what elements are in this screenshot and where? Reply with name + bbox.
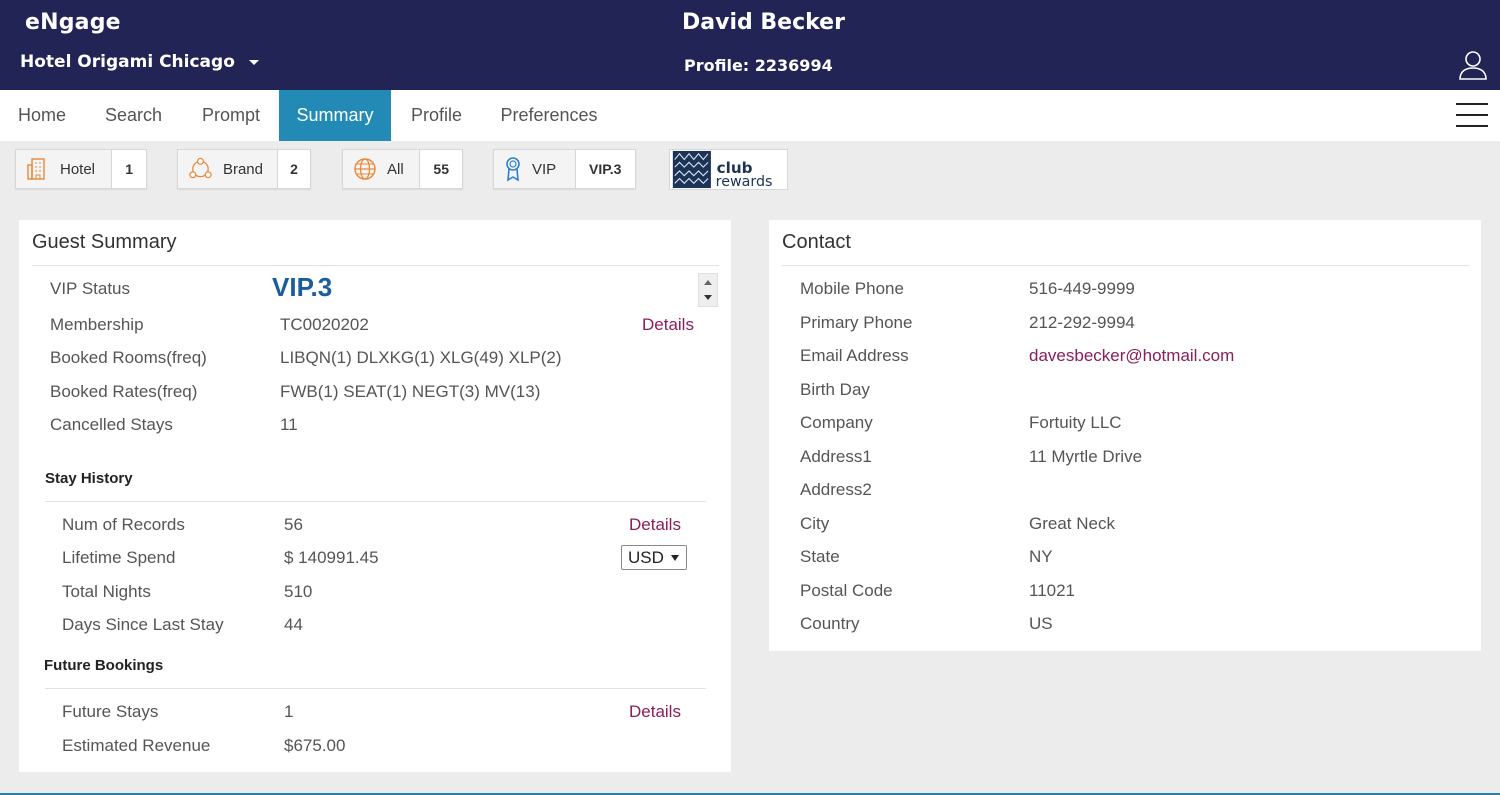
- hotel-name: Hotel Origami Chicago: [20, 52, 235, 72]
- future-bookings-details-link[interactable]: Details: [629, 702, 681, 722]
- divider: [45, 501, 706, 502]
- booked-rooms-value: LIBQN(1) DLXKG(1) XLG(49) XLP(2): [280, 348, 562, 367]
- membership-value: TC0020202: [280, 315, 369, 334]
- divider: [45, 688, 706, 689]
- arrow-down-icon[interactable]: [704, 295, 712, 300]
- contact-label: State: [800, 547, 840, 566]
- badge-hotel-label: Hotel: [60, 160, 96, 178]
- badge-hotel-value: 1: [125, 161, 134, 177]
- badge-all-value: 55: [433, 161, 449, 177]
- vip-status-value: VIP.3: [272, 272, 333, 302]
- lifetime-spend-value: $ 140991.45: [284, 548, 379, 567]
- contact-title: Contact: [782, 231, 851, 253]
- contact-label: Address2: [800, 480, 872, 499]
- stay-history-details-link[interactable]: Details: [629, 515, 681, 535]
- state-value: NY: [1029, 547, 1053, 566]
- contact-label: Mobile Phone: [800, 279, 904, 298]
- badge-hotel[interactable]: Hotel 1: [15, 149, 147, 189]
- country-value: US: [1029, 614, 1053, 633]
- email-link[interactable]: davesbecker@hotmail.com: [1029, 346, 1234, 366]
- cancelled-stays-label: Cancelled Stays: [50, 415, 173, 434]
- company-value: Fortuity LLC: [1029, 413, 1122, 432]
- num-records-value: 56: [284, 515, 303, 534]
- app-title: eNgage: [25, 10, 121, 35]
- divider: [782, 265, 1469, 266]
- estimated-revenue-label: Estimated Revenue: [62, 736, 211, 755]
- divider: [32, 265, 719, 266]
- contact-label: Primary Phone: [800, 313, 913, 332]
- main-nav: Home Search Prompt Summary Profile Prefe…: [0, 90, 1500, 141]
- address1-value: 11 Myrtle Drive: [1029, 447, 1143, 466]
- tab-preferences[interactable]: Preferences: [482, 90, 616, 141]
- booked-rates-label: Booked Rates(freq): [50, 382, 198, 401]
- guest-name: David Becker: [682, 10, 845, 35]
- hotel-building-icon: [27, 158, 45, 180]
- booked-rooms-label: Booked Rooms(freq): [50, 348, 207, 367]
- estimated-revenue-value: $675.00: [284, 736, 346, 755]
- booked-rates-value: FWB(1) SEAT(1) NEGT(3) MV(13): [280, 382, 541, 401]
- contact-label: Address1: [800, 447, 872, 466]
- profile-id: Profile: 2236994: [684, 56, 833, 75]
- days-since-label: Days Since Last Stay: [62, 615, 224, 634]
- contact-label: Postal Code: [800, 581, 893, 600]
- badge-all-label: All: [387, 160, 404, 178]
- contact-label: Country: [800, 614, 860, 633]
- future-stays-value: 1: [284, 702, 294, 721]
- caret-down-icon: [671, 555, 679, 561]
- badge-vip-value: VIP.3: [589, 161, 622, 177]
- badge-all[interactable]: All 55: [342, 149, 463, 189]
- tab-profile[interactable]: Profile: [391, 90, 482, 141]
- num-records-label: Num of Records: [62, 515, 185, 534]
- days-since-value: 44: [284, 615, 303, 634]
- badge-vip-label: VIP: [532, 160, 557, 178]
- total-nights-value: 510: [284, 582, 313, 601]
- vip-spinner[interactable]: [698, 273, 718, 307]
- hamburger-menu-icon[interactable]: [1456, 103, 1488, 127]
- contact-label: City: [800, 514, 830, 533]
- tab-prompt[interactable]: Prompt: [183, 90, 279, 141]
- future-stays-label: Future Stays: [62, 702, 159, 721]
- primary-phone-value: 212-292-9994: [1029, 313, 1135, 332]
- city-value: Great Neck: [1029, 514, 1115, 533]
- contact-label: Email Address: [800, 346, 909, 365]
- tab-search[interactable]: Search: [84, 90, 183, 141]
- contact-label: Company: [800, 413, 873, 432]
- membership-label: Membership: [50, 315, 144, 334]
- membership-details-link[interactable]: Details: [642, 315, 694, 335]
- contact-label: Birth Day: [800, 380, 870, 399]
- badge-vip[interactable]: VIP VIP.3: [493, 149, 636, 189]
- vip-status-label: VIP Status: [50, 279, 131, 298]
- currency-select[interactable]: USD: [621, 545, 687, 570]
- mobile-phone-value: 516-449-9999: [1029, 279, 1135, 298]
- lifetime-spend-label: Lifetime Spend: [62, 548, 176, 567]
- badge-brand[interactable]: Brand 2: [177, 149, 311, 189]
- badge-brand-value: 2: [290, 161, 298, 177]
- user-account-icon[interactable]: [1458, 50, 1488, 80]
- tab-home[interactable]: Home: [0, 90, 84, 141]
- caret-down-icon: [248, 59, 259, 65]
- currency-value: USD: [628, 548, 664, 567]
- globe-icon: [354, 158, 376, 180]
- tab-summary[interactable]: Summary: [279, 90, 391, 141]
- cancelled-stays-value: 11: [280, 415, 298, 434]
- guest-summary-title: Guest Summary: [32, 231, 177, 253]
- arrow-up-icon[interactable]: [704, 280, 712, 285]
- svg-text:rewards: rewards: [716, 174, 773, 190]
- postal-code-value: 11021: [1029, 581, 1076, 600]
- brand-network-icon: [189, 157, 212, 179]
- app-header: eNgage Hotel Origami Chicago David Becke…: [0, 0, 1500, 90]
- stay-history-title: Stay History: [45, 470, 133, 487]
- guest-summary-card: [19, 220, 731, 772]
- badge-brand-label: Brand: [222, 160, 263, 178]
- club-rewards-logo[interactable]: club rewards: [669, 149, 788, 190]
- total-nights-label: Total Nights: [62, 582, 151, 601]
- hotel-selector[interactable]: Hotel Origami Chicago: [20, 52, 259, 72]
- future-bookings-title: Future Bookings: [44, 657, 164, 674]
- ribbon-award-icon: [506, 157, 520, 182]
